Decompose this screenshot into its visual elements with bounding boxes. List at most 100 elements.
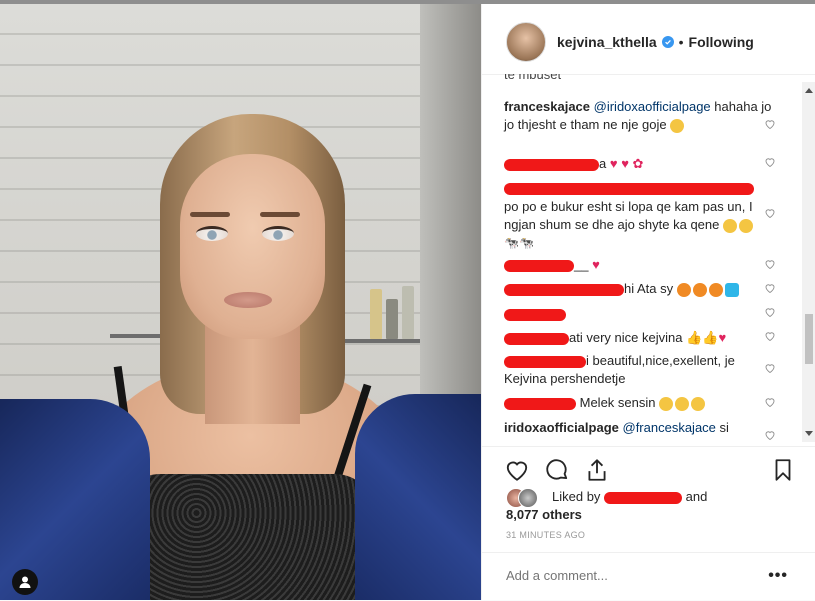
post-timestamp[interactable]: 31 MINUTES AGO xyxy=(506,530,585,540)
action-bar xyxy=(482,446,815,487)
comment-mention[interactable]: @franceskajace xyxy=(623,420,716,435)
comment-like-heart-icon[interactable] xyxy=(764,258,776,270)
comment-mention[interactable]: @iridoxaofficialpage xyxy=(594,99,711,114)
comment-text: __ xyxy=(574,257,589,272)
post-sidebar: kejvina_kthella • Following te mbuset fr… xyxy=(481,4,815,600)
bottle xyxy=(386,299,398,339)
person-face xyxy=(180,154,325,339)
laughing-emoji-icon xyxy=(739,218,753,233)
list-item: Melek sensin xyxy=(504,394,774,412)
red-heart-emoji-icon: ♥ xyxy=(592,257,600,272)
redaction-mark xyxy=(504,259,574,272)
kissing-emoji-icon xyxy=(691,396,706,411)
redaction-mark xyxy=(504,182,754,195)
comment-like-heart-icon[interactable] xyxy=(764,362,776,374)
comment-text: hi Ata sy xyxy=(624,281,674,296)
comment-like-heart-icon[interactable] xyxy=(764,156,776,168)
redaction-mark xyxy=(504,283,624,296)
redaction-mark xyxy=(504,332,569,345)
comment-text: si xyxy=(719,420,729,435)
separator: • xyxy=(678,34,684,50)
heart-icon[interactable] xyxy=(504,457,530,483)
list-item: ati very nice kejvina 👍👍♥ xyxy=(504,329,774,347)
comment-like-heart-icon[interactable] xyxy=(764,396,776,408)
post-header: kejvina_kthella • Following xyxy=(482,4,815,75)
comment-like-heart-icon[interactable] xyxy=(764,118,776,130)
redaction-mark xyxy=(504,397,576,410)
comment-text: ati very nice kejvina xyxy=(569,330,683,345)
comment-text: a xyxy=(599,156,607,171)
liked-by-line: Liked by and xyxy=(552,489,707,504)
more-options-icon[interactable]: ••• xyxy=(768,567,788,585)
list-item: franceskajace @iridoxaofficialpage hahah… xyxy=(504,98,774,134)
laughing-emoji-icon xyxy=(723,218,737,233)
avatar[interactable] xyxy=(518,488,538,508)
kissing-emoji-icon xyxy=(659,396,674,411)
redaction-mark xyxy=(504,158,599,171)
comment-text: po po e bukur esht si lopa qe kam pas un… xyxy=(504,199,753,232)
user-tag-icon[interactable] xyxy=(12,569,38,595)
comment-text: te mbuset xyxy=(504,74,562,82)
comment-username[interactable]: iridoxaofficialpage xyxy=(504,420,619,435)
redaction-mark xyxy=(504,355,586,368)
likes-count-link[interactable]: 8,077 others xyxy=(506,507,582,522)
likes-summary: Liked by and 8,077 others xyxy=(506,488,806,524)
comment-like-heart-icon[interactable] xyxy=(764,429,776,441)
scroll-down-arrow-icon[interactable] xyxy=(805,431,813,436)
comment-like-heart-icon[interactable] xyxy=(764,282,776,294)
post-photo[interactable] xyxy=(0,4,481,600)
comment-like-heart-icon[interactable] xyxy=(764,330,776,342)
following-button[interactable]: Following xyxy=(689,34,754,50)
verified-badge-icon xyxy=(661,36,674,48)
comments-list[interactable]: te mbuset franceskajace @iridoxaofficial… xyxy=(482,74,815,446)
bottle xyxy=(402,286,414,339)
shelf xyxy=(345,339,420,343)
cat-emoji-icon xyxy=(676,282,691,297)
eyebrow xyxy=(190,212,230,217)
liked-by-and: and xyxy=(685,489,708,504)
list-item: po po e bukur esht si lopa qe kam pas un… xyxy=(504,198,759,252)
share-icon[interactable] xyxy=(584,457,610,483)
redaction-mark xyxy=(604,491,683,504)
list-item xyxy=(504,179,774,197)
list-item: te mbuset xyxy=(504,74,774,84)
username-link[interactable]: kejvina_kthella xyxy=(557,34,657,50)
heart-eyes-emoji-icon: ♥ ♥ ✿ xyxy=(609,156,644,171)
list-item: i beautiful,nice,exellent, je Kejvina pe… xyxy=(504,352,749,388)
lips xyxy=(224,292,272,308)
list-item xyxy=(504,305,774,323)
blue-heart-emoji-icon xyxy=(724,282,739,297)
list-item: a ♥ ♥ ✿ xyxy=(504,155,774,173)
scrollbar-thumb[interactable] xyxy=(805,314,813,364)
cow-emoji-icon: 🐄🐄 xyxy=(504,236,534,250)
list-item: hi Ata sy xyxy=(504,280,774,298)
cat-emoji-icon xyxy=(708,282,723,297)
thumbs-up-emoji-icon: 👍👍 xyxy=(686,330,719,345)
eyebrow xyxy=(260,212,300,217)
eye xyxy=(196,226,228,241)
eye xyxy=(262,226,294,241)
kissing-emoji-icon xyxy=(675,396,690,411)
bottle xyxy=(370,289,382,339)
comment-icon[interactable] xyxy=(544,457,570,483)
jacket-right xyxy=(355,394,481,600)
redaction-mark xyxy=(504,308,566,321)
scroll-up-arrow-icon[interactable] xyxy=(805,88,813,93)
comments-scrollbar[interactable] xyxy=(802,82,815,442)
avatar[interactable] xyxy=(506,22,546,62)
add-comment-bar: ••• xyxy=(482,552,815,601)
bookmark-icon[interactable] xyxy=(770,457,796,483)
laughing-emoji-icon xyxy=(670,118,685,133)
comment-like-heart-icon[interactable] xyxy=(764,306,776,318)
list-item: iridoxaofficialpage @franceskajace si xyxy=(504,419,774,437)
liked-by-label: Liked by xyxy=(552,489,601,504)
header-text: kejvina_kthella • Following xyxy=(557,34,754,50)
list-item: __ ♥ xyxy=(504,256,774,274)
comment-username[interactable]: franceskajace xyxy=(504,99,590,114)
comment-like-heart-icon[interactable] xyxy=(764,207,776,219)
cat-emoji-icon xyxy=(692,282,707,297)
comment-text: Melek sensin xyxy=(579,395,656,410)
heart-emoji-icon: ♥ xyxy=(718,330,727,345)
comment-input[interactable] xyxy=(504,567,738,584)
lace-top xyxy=(120,474,375,600)
